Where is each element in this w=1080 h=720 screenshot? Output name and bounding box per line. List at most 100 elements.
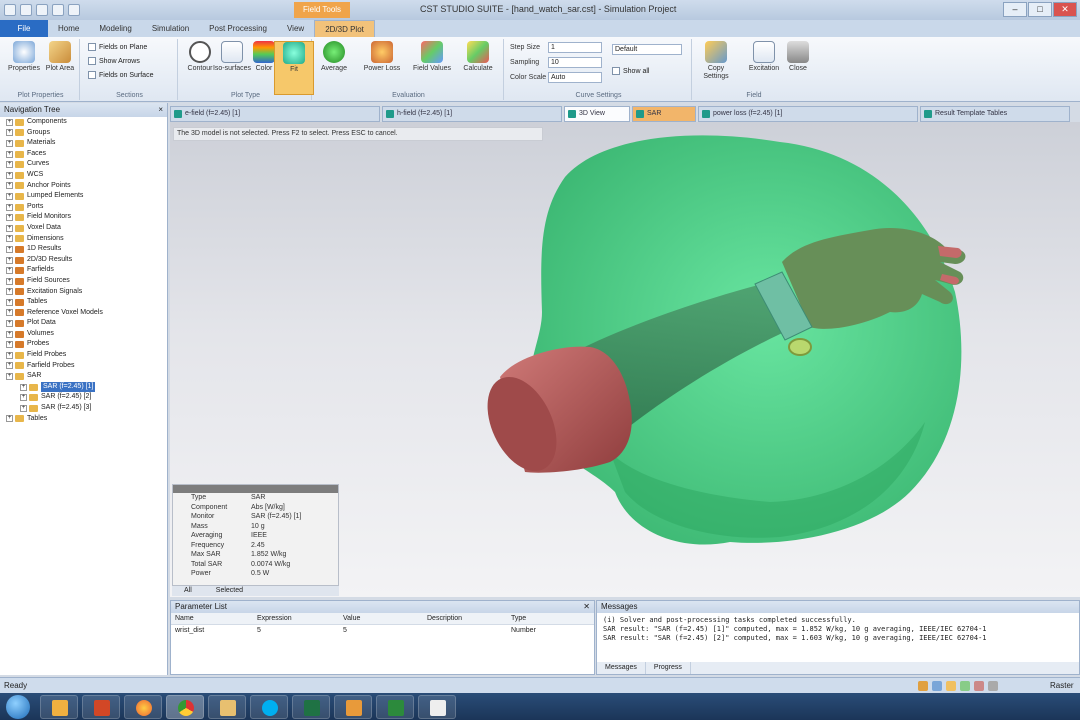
tab-modeling[interactable]: Modeling	[89, 20, 141, 37]
document-tab[interactable]: power loss (f=2.45) [1]	[698, 106, 918, 122]
power-loss-button[interactable]: Power Loss	[362, 41, 402, 73]
expand-icon[interactable]: +	[6, 267, 13, 275]
expand-icon[interactable]: +	[6, 129, 13, 137]
average-button[interactable]: Average	[314, 41, 354, 73]
property-row[interactable]: Power 0.5 W	[173, 569, 338, 579]
copy-settings-button[interactable]: Copy Settings	[696, 41, 736, 81]
expand-icon[interactable]: +	[6, 118, 13, 126]
rotate-icon[interactable]	[946, 681, 956, 691]
expand-icon[interactable]: +	[20, 383, 27, 391]
zoom-icon[interactable]	[918, 681, 928, 691]
color-scale-field[interactable]: Auto	[548, 72, 602, 83]
tree-item[interactable]: + Groups	[0, 128, 167, 139]
sampling-field[interactable]: 10	[548, 57, 602, 68]
start-button[interactable]	[6, 695, 30, 719]
tree-item[interactable]: + Probes	[0, 339, 167, 350]
tree-item[interactable]: + SAR (f=2.45) [2]	[0, 392, 167, 403]
taskbar-app-editor[interactable]	[334, 695, 372, 719]
step-size-field[interactable]: 1	[548, 42, 602, 53]
tree-item[interactable]: + WCS	[0, 170, 167, 181]
expand-icon[interactable]: +	[6, 192, 13, 200]
redo-icon[interactable]	[52, 4, 64, 16]
taskbar-app-chrome[interactable]	[166, 695, 204, 719]
properties-button[interactable]: Properties	[4, 41, 44, 73]
expand-icon[interactable]: +	[6, 203, 13, 211]
document-tab[interactable]: h-field (f=2.45) [1]	[382, 106, 562, 122]
expand-icon[interactable]: +	[6, 351, 13, 359]
show-arrows-check[interactable]: Show Arrows	[88, 57, 140, 65]
tree-item[interactable]: + Field Sources	[0, 276, 167, 287]
expand-icon[interactable]: +	[6, 309, 13, 317]
taskbar-app-cst-2[interactable]	[418, 695, 456, 719]
expand-icon[interactable]: +	[6, 161, 13, 169]
tree-item[interactable]: + Voxel Data	[0, 223, 167, 234]
tab-home[interactable]: Home	[48, 20, 89, 37]
tree-item[interactable]: + Components	[0, 117, 167, 128]
tab-view[interactable]: View	[277, 20, 314, 37]
tree-item[interactable]: + Field Monitors	[0, 212, 167, 223]
tab-2d-3d-plot[interactable]: 2D/3D Plot	[314, 20, 375, 37]
tab-messages[interactable]: Messages	[597, 662, 646, 674]
column-description[interactable]: Description	[423, 613, 507, 624]
close-field-button[interactable]: Close	[778, 41, 818, 73]
taskbar-app-cst[interactable]	[376, 695, 414, 719]
property-row[interactable]: Averaging IEEE	[173, 531, 338, 541]
tree-item[interactable]: + SAR	[0, 371, 167, 382]
tab-progress[interactable]: Progress	[646, 662, 691, 674]
tree-item[interactable]: + Volumes	[0, 329, 167, 340]
tree-item[interactable]: + SAR (f=2.45) [3]	[0, 403, 167, 414]
tab-post-processing[interactable]: Post Processing	[199, 20, 277, 37]
column-value[interactable]: Value	[339, 613, 423, 624]
document-tab[interactable]: Result Template Tables	[920, 106, 1070, 122]
document-tab[interactable]: 3D View	[564, 106, 630, 122]
document-tab[interactable]: SAR	[632, 106, 696, 122]
expand-icon[interactable]: +	[6, 330, 13, 338]
field-values-button[interactable]: Field Values	[412, 41, 452, 73]
expand-icon[interactable]: +	[6, 245, 13, 253]
expand-icon[interactable]: +	[6, 224, 13, 232]
tree-item[interactable]: +2D/3D Results	[0, 255, 167, 266]
tree-item[interactable]: + Dimensions	[0, 234, 167, 245]
watch-face[interactable]	[788, 338, 812, 356]
expand-icon[interactable]: +	[6, 214, 13, 222]
expand-icon[interactable]: +	[6, 235, 13, 243]
tree-item[interactable]: + Lumped Elements	[0, 191, 167, 202]
tab-selected[interactable]: Selected	[204, 586, 255, 596]
tree-item[interactable]: + Ports	[0, 202, 167, 213]
close-icon[interactable]: ×	[158, 103, 163, 117]
tree-item[interactable]: + Farfields	[0, 265, 167, 276]
fields-on-surface-check[interactable]: Fields on Surface	[88, 71, 153, 79]
tab-all[interactable]: All	[172, 586, 204, 596]
tree-item[interactable]: + Tables	[0, 297, 167, 308]
expand-icon[interactable]: +	[6, 298, 13, 306]
close-icon[interactable]: ✕	[583, 601, 590, 613]
tree-item[interactable]: + Plot Data	[0, 318, 167, 329]
property-row[interactable]: Monitor SAR (f=2.45) [1]	[173, 512, 338, 522]
taskbar-app-explorer[interactable]	[40, 695, 78, 719]
show-all-check[interactable]: Show all	[612, 67, 649, 75]
save-icon[interactable]	[20, 4, 32, 16]
tree-item[interactable]: + Curves	[0, 159, 167, 170]
table-row[interactable]: wrist_dist 5 5 Number	[171, 625, 594, 637]
taskbar-app-firefox[interactable]	[124, 695, 162, 719]
document-tab[interactable]: e-field (f=2.45) [1]	[170, 106, 380, 122]
expand-icon[interactable]: +	[6, 150, 13, 158]
maximize-button[interactable]: □	[1028, 2, 1052, 17]
expand-icon[interactable]: +	[6, 415, 13, 423]
pan-icon[interactable]	[932, 681, 942, 691]
tree-item[interactable]: + Farfield Probes	[0, 361, 167, 372]
minimize-button[interactable]: –	[1003, 2, 1027, 17]
taskbar-app-files[interactable]	[208, 695, 246, 719]
calculate-button[interactable]: Calculate	[458, 41, 498, 73]
expand-icon[interactable]: +	[6, 320, 13, 328]
column-expression[interactable]: Expression	[253, 613, 339, 624]
tab-simulation[interactable]: Simulation	[142, 20, 199, 37]
expand-icon[interactable]: +	[6, 362, 13, 370]
tree-item[interactable]: + Reference Voxel Models	[0, 308, 167, 319]
tree-item[interactable]: + SAR (f=2.45) [1]	[0, 381, 167, 393]
tree-item[interactable]: + Materials	[0, 138, 167, 149]
tree-item[interactable]: + Excitation Signals	[0, 287, 167, 298]
taskbar-app-excel[interactable]	[292, 695, 330, 719]
tree-item[interactable]: + Tables	[0, 414, 167, 425]
tree-item[interactable]: + Field Probes	[0, 350, 167, 361]
